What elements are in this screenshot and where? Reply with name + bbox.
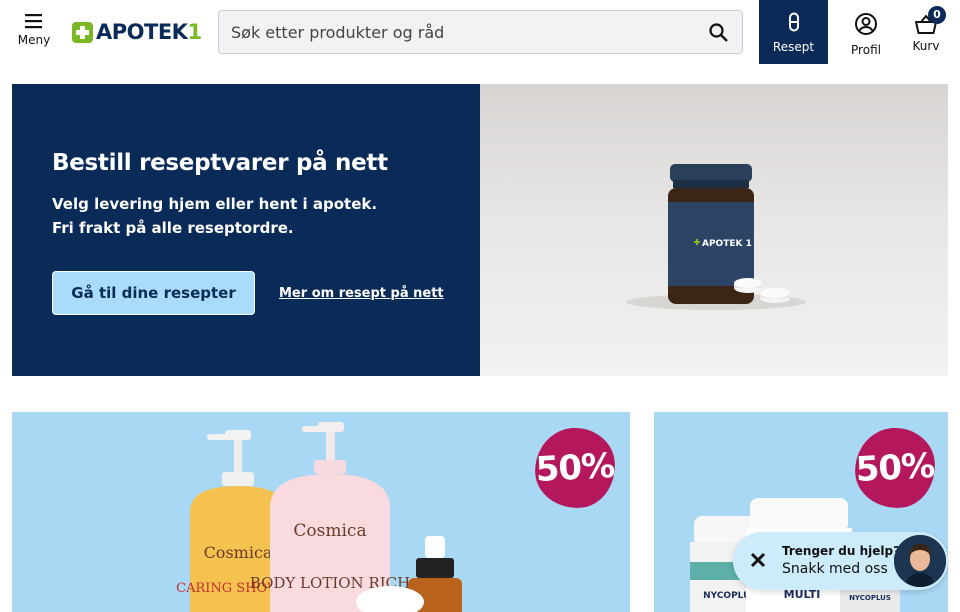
- kurv-label: Kurv: [912, 39, 940, 53]
- profile-button[interactable]: Profil: [842, 12, 890, 57]
- chat-widget[interactable]: Trenger du hjelp? Snakk med oss: [733, 532, 948, 590]
- hero-title: Bestill reseptvarer på nett: [52, 150, 388, 176]
- search-bar: [218, 10, 743, 54]
- logo-number: 1: [187, 20, 202, 44]
- more-about-eprescription-link[interactable]: Mer om resept på nett: [279, 286, 444, 301]
- go-to-prescriptions-button[interactable]: Gå til dine resepter: [52, 271, 255, 315]
- menu-button[interactable]: Meny: [14, 12, 54, 56]
- cart-count-badge: 0: [928, 6, 946, 24]
- chat-subtitle: Snakk med oss: [782, 561, 888, 577]
- chat-title: Trenger du hjelp?: [782, 544, 901, 558]
- medicine-jar-illustration: APOTEK 1: [626, 164, 806, 310]
- search-input[interactable]: [231, 11, 691, 53]
- resept-button[interactable]: Resept: [759, 0, 828, 64]
- hero-subtitle: Velg levering hjem eller hent i apotek. …: [52, 192, 377, 240]
- close-icon[interactable]: [749, 551, 767, 569]
- menu-label: Meny: [17, 33, 51, 47]
- user-icon: [855, 13, 877, 35]
- cart-button[interactable]: 0 Kurv: [906, 6, 946, 53]
- site-header: Meny APOTEK1 Resept Profil 0 Kurv: [0, 0, 960, 64]
- hero-image: APOTEK 1: [480, 84, 948, 376]
- product-brand-2: Cosmica: [293, 521, 366, 541]
- resept-label: Resept: [772, 40, 815, 54]
- profil-label: Profil: [851, 43, 881, 57]
- logo-text: APOTEK: [96, 20, 188, 44]
- jar-label: APOTEK 1: [702, 239, 752, 249]
- product-brand-4: NYCOPLUS: [849, 594, 891, 602]
- cosmica-products-image: Cosmica CARING SHOWER Cosmica BODY LOTIO…: [176, 422, 462, 612]
- prescription-hero-banner: Bestill reseptvarer på nett Velg leverin…: [12, 84, 948, 376]
- pill-icon: [788, 12, 799, 32]
- chat-agent-avatar: [894, 535, 946, 587]
- hero-subtitle-line1: Velg levering hjem eller hent i apotek.: [52, 195, 378, 213]
- hero-subtitle-line2: Fri frakt på alle reseptordre.: [52, 219, 294, 237]
- search-icon[interactable]: [708, 22, 730, 44]
- hero-text-panel: Bestill reseptvarer på nett Velg leverin…: [12, 84, 480, 376]
- promo-card-cosmica[interactable]: Cosmica CARING SHOWER Cosmica BODY LOTIO…: [12, 412, 630, 612]
- logo-cross-icon: [72, 21, 93, 43]
- apotek1-logo[interactable]: APOTEK1: [72, 20, 202, 44]
- product-brand-1: Cosmica: [204, 543, 273, 562]
- hamburger-icon: [25, 14, 42, 29]
